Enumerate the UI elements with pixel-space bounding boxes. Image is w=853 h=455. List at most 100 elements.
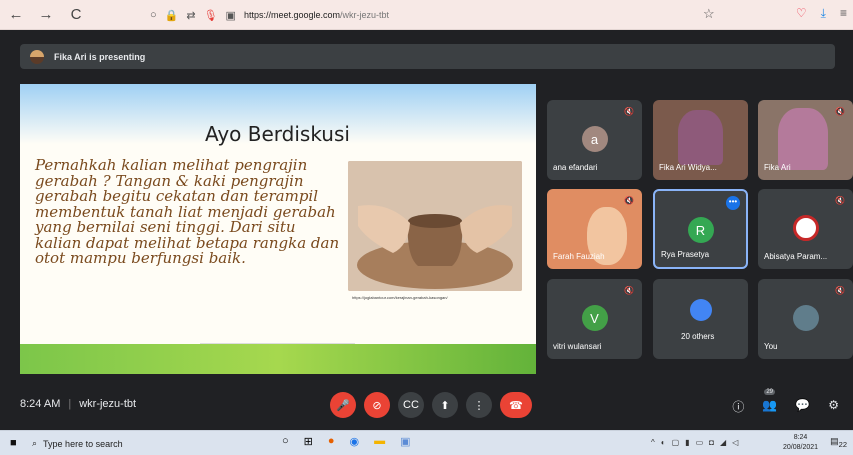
chrome-icon[interactable]: ◉	[350, 435, 360, 448]
participant-name: vitri wulansari	[553, 342, 602, 351]
file-explorer-icon[interactable]: ▬	[374, 435, 385, 448]
captions-button[interactable]: CC	[398, 392, 424, 418]
meeting-code: wkr-jezu-tbt	[79, 398, 137, 410]
participant-name: Fika Ari Widya...	[659, 163, 717, 172]
pottery-photo	[348, 161, 522, 291]
separator: |	[68, 398, 72, 410]
activities-icon[interactable]: ⚙	[828, 398, 839, 415]
control-buttons: 🎤 ⊘ CC ⬆ ⋮ ☎	[330, 392, 532, 418]
meeting-controls: 8:24 AM | wkr-jezu-tbt 🎤 ⊘ CC ⬆ ⋮ ☎ ⓘ 👥 2…	[0, 386, 853, 430]
participant-name: Rya Prasetya	[661, 250, 710, 259]
volume-icon[interactable]: ◁	[732, 438, 738, 447]
participant-tile[interactable]: 🔇 a ana efandari	[547, 100, 642, 180]
more-options-button[interactable]: ⋮	[466, 392, 492, 418]
video-feed	[778, 108, 828, 170]
participant-tile[interactable]: Fika Ari Widya...	[653, 100, 748, 180]
shield-icon[interactable]: ○	[150, 9, 157, 21]
lock-icon[interactable]: 🔒	[165, 9, 179, 22]
task-view-icon[interactable]: ⊞	[304, 435, 313, 448]
photo-caption: https://joglabantour.com/kerajinan-gerab…	[352, 295, 448, 300]
bookmark-star-icon[interactable]: ☆	[703, 6, 715, 22]
others-tile[interactable]: 20 others	[653, 279, 748, 359]
participants-badge: 29	[764, 389, 776, 395]
permissions-icon[interactable]: ⇄	[186, 9, 195, 22]
avatar	[792, 305, 819, 331]
chat-icon[interactable]: 💬	[795, 398, 810, 415]
participant-name: Farah Fauziah	[553, 252, 605, 261]
mic-off-button[interactable]: 🎤	[330, 392, 356, 418]
system-tray: ^ ◐ ▢ ▮ ▭ ◘ ◢ ◁	[651, 438, 738, 447]
info-icon[interactable]: ⓘ	[732, 398, 744, 415]
participant-name: ana efandari	[553, 163, 598, 172]
windows-start-icon[interactable]: ■	[10, 437, 17, 449]
search-placeholder: Type here to search	[43, 438, 123, 449]
mic-off-icon: 🔇	[624, 196, 634, 205]
browser-right-tools: ♡ ⤓ ≡	[796, 6, 847, 21]
avatar: R	[687, 217, 714, 243]
reload-icon[interactable]: C	[68, 6, 84, 24]
slide-grass	[20, 344, 536, 374]
menu-icon[interactable]: ≡	[840, 6, 847, 21]
taskbar-apps: ○ ⊞ ● ◉ ▬ ▣	[282, 435, 411, 448]
cortana-icon[interactable]: ○	[282, 435, 289, 448]
browser-toolbar: ← → C ○ 🔒 ⇄ 🎙 ▣ https://meet.google.com/…	[0, 0, 853, 30]
others-count: 20 others	[681, 332, 715, 341]
taskbar-search[interactable]: ⌕ Type here to search	[32, 434, 262, 453]
leave-call-button[interactable]: ☎	[500, 392, 532, 418]
participant-tile[interactable]: 🔇 Farah Fauziah	[547, 189, 642, 269]
participant-tile[interactable]: ••• R Rya Prasetya	[653, 189, 748, 269]
forward-icon[interactable]: →	[38, 6, 54, 24]
participant-tile[interactable]: 🔇 Abisatya Param...	[758, 189, 853, 269]
download-icon[interactable]: ⤓	[821, 6, 826, 21]
clock-time: 8:24	[793, 434, 808, 441]
more-options-icon[interactable]: •••	[726, 196, 740, 210]
mic-off-icon: 🔇	[835, 107, 845, 116]
mic-off-icon: 🔇	[624, 107, 634, 116]
taskbar-clock[interactable]: 8:24 20/08/2021	[783, 433, 818, 453]
wifi-icon[interactable]: ◢	[720, 438, 726, 447]
self-tile[interactable]: 🔇 You	[758, 279, 853, 359]
app-icon[interactable]: ▣	[400, 435, 410, 448]
meet-window: Fika Ari is presenting Ayo Berdiskusi Pe…	[0, 31, 853, 430]
back-icon[interactable]: ←	[8, 6, 24, 24]
presenting-text: Fika Ari is presenting	[54, 51, 146, 62]
avatar: V	[581, 305, 608, 331]
pocket-icon[interactable]: ♡	[796, 6, 807, 21]
meeting-right-tools: ⓘ 👥 29 💬 ⚙	[732, 389, 839, 415]
clock-date: 20/08/2021	[783, 444, 819, 451]
windows-taskbar: ■ ⌕ Type here to search ○ ⊞ ● ◉ ▬ ▣ ^ ◐ …	[0, 430, 853, 455]
others-avatars	[689, 299, 712, 321]
people-icon[interactable]: 👥 29	[762, 389, 777, 415]
shared-slide: Ayo Berdiskusi Pernahkah kalian melihat …	[20, 84, 536, 374]
participant-name: Abisatya Param...	[764, 252, 828, 261]
presenter-avatar	[30, 49, 44, 64]
camera-off-button[interactable]: ⊘	[364, 392, 390, 418]
tray-app-icon[interactable]: ▮	[685, 438, 689, 447]
participant-name: You	[764, 342, 778, 351]
meeting-time: 8:24 AM	[20, 398, 61, 410]
mic-off-icon: 🔇	[835, 196, 845, 205]
participant-tile[interactable]: 🔇 V vitri wulansari	[547, 279, 642, 359]
nav-buttons: ← → C	[8, 6, 84, 24]
present-button[interactable]: ⬆	[432, 392, 458, 418]
participant-tile[interactable]: 🔇 Fika Ari	[758, 100, 853, 180]
video-feed	[678, 110, 723, 165]
avatar	[792, 215, 819, 241]
url-text[interactable]: https://meet.google.com/wkr-jezu-tbt	[244, 10, 389, 20]
firefox-icon[interactable]: ●	[328, 435, 335, 448]
mic-icon[interactable]: 🎙	[204, 9, 218, 22]
mic-off-icon: 🔇	[624, 286, 634, 295]
tray-app-icon[interactable]: ◐	[661, 438, 666, 447]
tray-app-icon[interactable]: ▢	[672, 438, 680, 447]
tray-app-icon[interactable]: ◘	[709, 438, 714, 447]
meeting-info: 8:24 AM | wkr-jezu-tbt	[20, 398, 136, 410]
slide-body: Pernahkah kalian melihat pengrajin gerab…	[35, 156, 340, 267]
screen-icon[interactable]: ▣	[226, 9, 236, 22]
address-bar[interactable]: ○ 🔒 ⇄ 🎙 ▣ https://meet.google.com/wkr-je…	[150, 4, 760, 26]
participant-name: Fika Ari	[764, 163, 791, 172]
tray-expand-icon[interactable]: ^	[651, 438, 655, 447]
tray-app-icon[interactable]: ▭	[696, 438, 704, 447]
slide-title: Ayo Berdiskusi	[205, 122, 350, 146]
notification-icon[interactable]: ▤22	[830, 436, 847, 449]
avatar: a	[581, 126, 608, 152]
